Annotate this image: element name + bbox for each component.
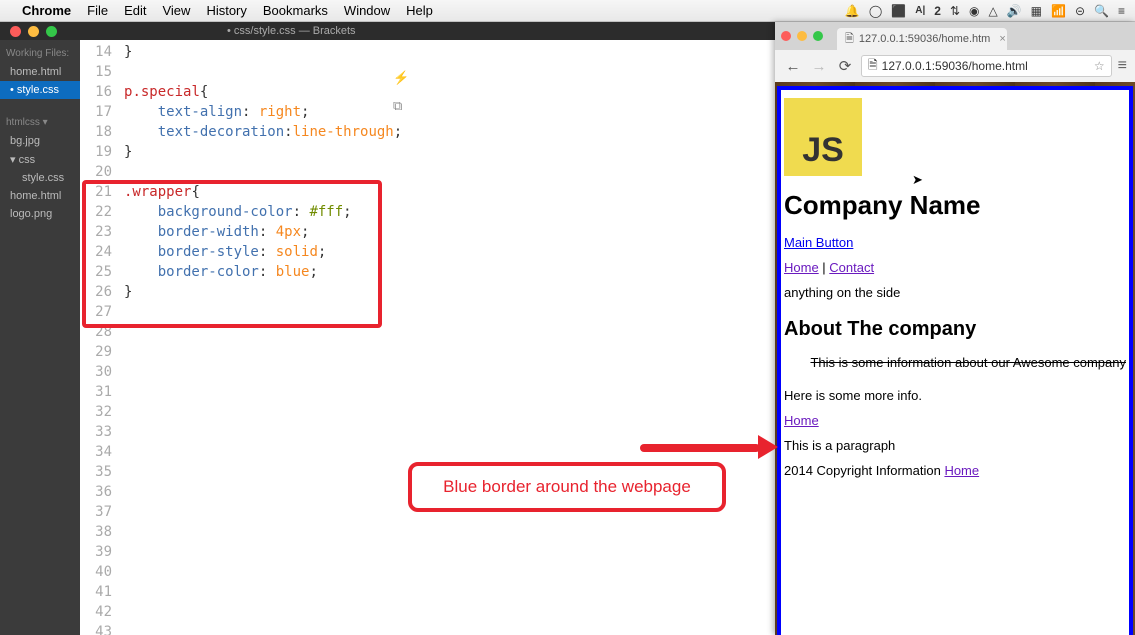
line-gutter: 14 15 16 17 18 19 20 21 22 23 24 25 26 2…: [80, 40, 118, 635]
brackets-titlebar: • css/style.css — Brackets: [0, 22, 775, 40]
tray-icon[interactable]: ◯: [869, 4, 882, 18]
working-file[interactable]: home.html: [0, 63, 80, 81]
forward-button[interactable]: →: [809, 58, 829, 75]
chrome-window: 🗎 127.0.0.1:59036/home.htm × ← → ⟳ 🗎 127…: [775, 22, 1135, 635]
tray-icon[interactable]: A|: [915, 5, 925, 16]
tab-favicon: 🗎: [845, 30, 854, 49]
menu-history[interactable]: History: [206, 3, 246, 18]
window-controls[interactable]: [781, 31, 823, 41]
browser-tab[interactable]: 🗎 127.0.0.1:59036/home.htm ×: [837, 28, 1007, 50]
aside-text: anything on the side: [784, 285, 1126, 300]
page-heading: Company Name: [784, 190, 1126, 221]
extensions-icon[interactable]: ⧉: [393, 98, 411, 116]
tray-icon[interactable]: 🔔: [845, 4, 860, 18]
app-menu[interactable]: Chrome: [22, 3, 71, 18]
project-header[interactable]: htmlcss ▾: [0, 113, 80, 132]
menu-file[interactable]: File: [87, 3, 108, 18]
page-icon: 🗎: [868, 56, 878, 77]
nav-separator: |: [819, 260, 830, 275]
back-button[interactable]: ←: [783, 58, 803, 75]
annotation-callout: Blue border around the webpage: [408, 462, 726, 512]
tree-item[interactable]: bg.jpg: [0, 132, 80, 150]
annotation-text: Blue border around the webpage: [443, 477, 691, 497]
tab-title: 127.0.0.1:59036/home.htm: [859, 33, 990, 45]
main-button-link[interactable]: Main Button: [784, 235, 853, 250]
macos-menubar: Chrome File Edit View History Bookmarks …: [0, 0, 1135, 22]
wifi-icon[interactable]: 📶: [1051, 4, 1066, 18]
menu-bookmarks[interactable]: Bookmarks: [263, 3, 328, 18]
spotlight-icon[interactable]: 🔍: [1094, 4, 1109, 18]
tray-icon[interactable]: ▦: [1031, 4, 1042, 18]
tree-item[interactable]: style.css: [0, 169, 80, 187]
bookmark-star-icon[interactable]: ☆: [1094, 59, 1105, 73]
footer-home-link[interactable]: Home: [944, 463, 979, 478]
working-files-header: Working Files:: [0, 44, 80, 63]
tree-item[interactable]: logo.png: [0, 205, 80, 223]
paragraph-text: This is a paragraph: [784, 438, 1126, 453]
home-link[interactable]: Home: [784, 413, 819, 428]
browser-viewport: JS Company Name Main Button Home | Conta…: [775, 82, 1135, 635]
section-heading: About The company: [784, 318, 1126, 341]
tree-folder[interactable]: ▾ css: [0, 150, 80, 169]
tray-icon[interactable]: ⊝: [1075, 4, 1085, 18]
chrome-toolbar: ← → ⟳ 🗎 127.0.0.1:59036/home.html ☆ ≡: [775, 50, 1135, 82]
menu-icon[interactable]: ≡: [1118, 4, 1125, 18]
annotation-arrow: [640, 438, 778, 456]
tray-icon[interactable]: ◉: [969, 4, 979, 18]
nav-contact-link[interactable]: Contact: [829, 260, 874, 275]
code-editor[interactable]: 14 15 16 17 18 19 20 21 22 23 24 25 26 2…: [80, 40, 775, 635]
address-bar[interactable]: 🗎 127.0.0.1:59036/home.html ☆: [861, 55, 1112, 77]
code-area[interactable]: } p.special{ text-align: right; text-dec…: [118, 40, 775, 635]
special-paragraph: This is some information about our Aweso…: [784, 355, 1126, 370]
tray-icon[interactable]: 2: [934, 4, 941, 18]
footer-text: 2014 Copyright Information Home: [784, 463, 1126, 478]
tree-item[interactable]: home.html: [0, 187, 80, 205]
brackets-window: • css/style.css — Brackets Working Files…: [0, 22, 775, 635]
tray-icon[interactable]: ⇅: [950, 4, 960, 18]
tray-icon[interactable]: ⬛: [891, 4, 906, 18]
menu-edit[interactable]: Edit: [124, 3, 146, 18]
url-text: 127.0.0.1:59036/home.html: [882, 59, 1028, 73]
reload-button[interactable]: ⟳: [835, 57, 855, 75]
tab-close-icon[interactable]: ×: [999, 33, 1005, 45]
rendered-page: JS Company Name Main Button Home | Conta…: [777, 86, 1133, 635]
logo: JS: [784, 98, 862, 176]
nav-home-link[interactable]: Home: [784, 260, 819, 275]
live-preview-icon[interactable]: ⚡: [393, 70, 411, 88]
brackets-sidebar: Working Files: home.html •style.css html…: [0, 40, 80, 635]
chrome-tabstrip: 🗎 127.0.0.1:59036/home.htm ×: [775, 22, 1135, 50]
tray-icon[interactable]: △: [988, 4, 997, 18]
working-file-active[interactable]: •style.css: [0, 81, 80, 99]
brackets-right-rail: ⚡ ⧉: [389, 62, 415, 622]
window-title: • css/style.css — Brackets: [227, 25, 356, 37]
menu-view[interactable]: View: [162, 3, 190, 18]
system-tray: 🔔 ◯ ⬛ A| 2 ⇅ ◉ △ 🔊 ▦ 📶 ⊝ 🔍 ≡: [845, 4, 1125, 18]
window-controls[interactable]: [10, 26, 57, 37]
menu-help[interactable]: Help: [406, 3, 433, 18]
tray-icon[interactable]: 🔊: [1007, 4, 1022, 18]
more-info-text: Here is some more info.: [784, 388, 1126, 403]
file-tree: bg.jpg ▾ css style.css home.html logo.pn…: [0, 132, 80, 223]
menu-window[interactable]: Window: [344, 3, 390, 18]
chrome-menu-icon[interactable]: ≡: [1118, 57, 1127, 75]
